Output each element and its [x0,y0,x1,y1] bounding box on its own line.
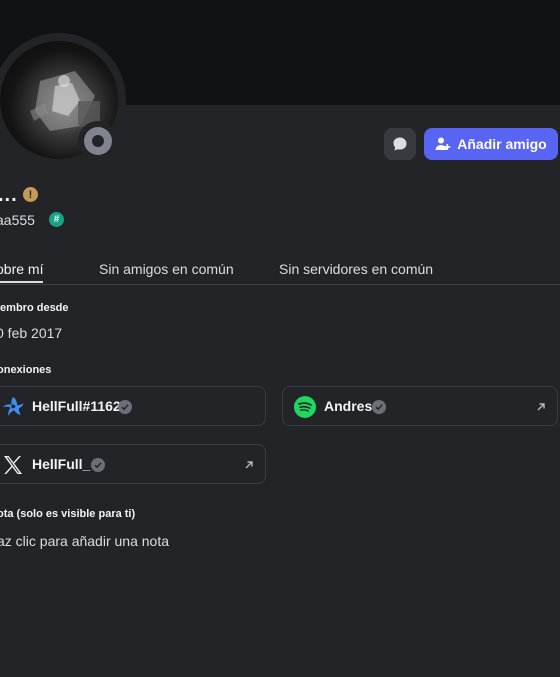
exclamation-icon[interactable]: ! [23,187,38,202]
offline-status-icon [84,127,112,155]
connection-name: Andres [324,398,373,414]
spotify-icon [294,396,316,418]
chat-bubble-icon [393,137,407,151]
user-plus-icon [435,137,451,150]
connections-heading: onexiones [0,364,52,376]
connection-card[interactable]: HellFull_ [0,444,266,484]
note-input[interactable]: az clic para añadir una nota [0,533,169,549]
status-indicator [78,121,118,161]
connection-card[interactable]: Andres [282,386,558,426]
verified-check-icon [118,400,132,414]
hashtag-badge-icon[interactable]: # [49,212,64,227]
tab-mutual-friends[interactable]: Sin amigos en común [99,261,234,277]
battlenet-icon [3,397,24,416]
add-friend-label: Añadir amigo [457,136,547,152]
member-since-value: 0 feb 2017 [0,325,63,341]
tab-about-me[interactable]: obre mí [0,261,43,277]
note-heading: ota (solo es visible para ti) [0,508,136,520]
send-message-button[interactable] [384,128,416,160]
username[interactable]: aa555 [0,212,35,228]
external-link-icon[interactable] [535,401,547,413]
connection-name: HellFull_ [32,456,91,472]
x-twitter-icon [4,456,22,474]
verified-check-icon [91,458,105,472]
external-link-icon[interactable] [243,459,255,471]
member-since-heading: iembro desde [0,302,69,314]
active-tab-underline [0,281,43,283]
tab-mutual-servers[interactable]: Sin servidores en común [279,261,433,277]
connection-name: HellFull#1162 [32,398,121,414]
verified-check-icon [372,400,386,414]
profile-tabs: obre mí Sin amigos en común Sin servidor… [0,258,560,285]
connection-card[interactable]: HellFull#1162 [0,386,266,426]
add-friend-button[interactable]: Añadir amigo [424,128,558,160]
display-name: ... [0,184,18,206]
